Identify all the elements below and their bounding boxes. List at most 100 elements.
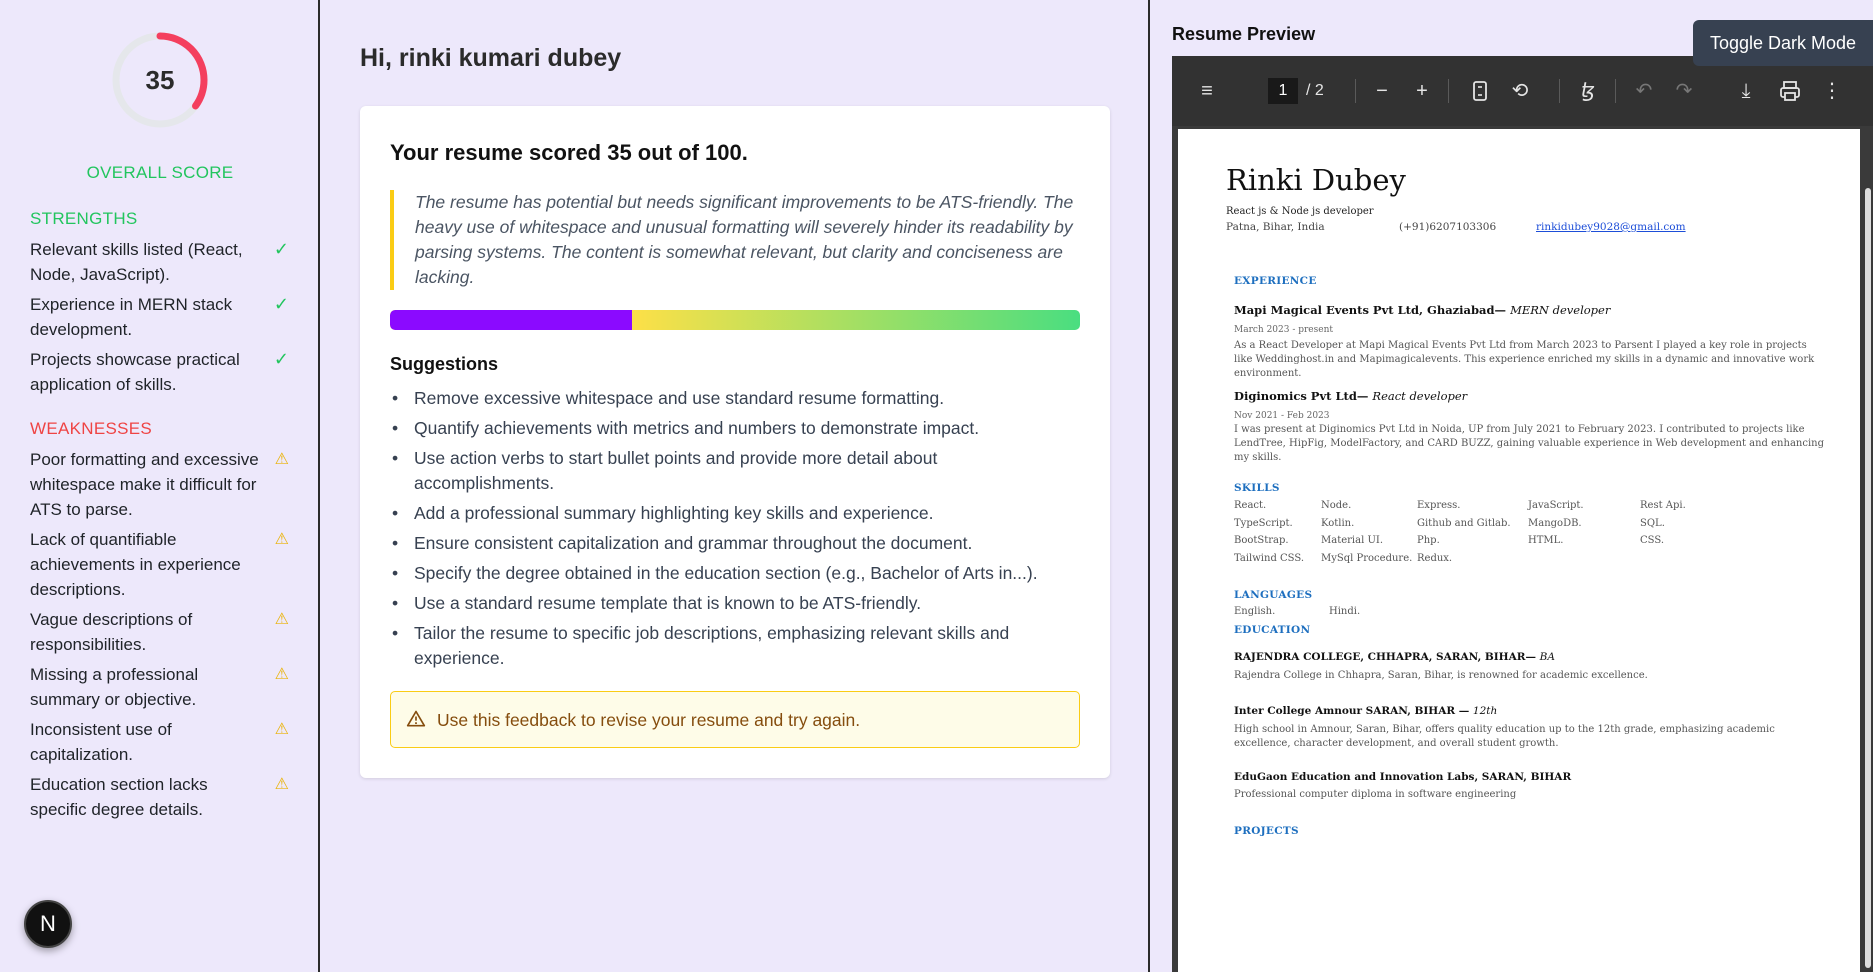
toolbar-divider <box>1448 79 1449 103</box>
resume-skill: MySql Procedure. <box>1321 553 1413 564</box>
suggestion-item: Use a standard resume template that is k… <box>390 591 1080 616</box>
resume-job-date: March 2023 - present <box>1234 325 1333 335</box>
weakness-item: Poor formatting and excessive whitespace… <box>30 447 295 522</box>
alert-triangle-icon <box>406 710 426 727</box>
resume-skill: JavaScript. <box>1528 500 1584 511</box>
resume-skill: BootStrap. <box>1234 535 1289 546</box>
resume-page: Rinki Dubey React js & Node js developer… <box>1178 129 1860 972</box>
suggestion-item: Add a professional summary highlighting … <box>390 501 1080 526</box>
resume-skill: SQL. <box>1640 518 1665 529</box>
more-options-icon[interactable]: ⋮ <box>1822 78 1842 104</box>
strength-text: Projects showcase practical application … <box>30 350 240 394</box>
resume-location: Patna, Bihar, India <box>1226 221 1325 233</box>
strength-item: Relevant skills listed (React, Node, Jav… <box>30 237 295 287</box>
resume-skill: Rest Api. <box>1640 500 1686 511</box>
weakness-item: Vague descriptions of responsibilities. … <box>30 607 295 657</box>
weakness-text: Lack of quantifiable achievements in exp… <box>30 530 241 599</box>
annotate-icon[interactable]: ꜩ <box>1576 78 1600 104</box>
strength-text: Experience in MERN stack development. <box>30 295 233 339</box>
strength-item: Projects showcase practical application … <box>30 347 295 397</box>
resume-skill: TypeScript. <box>1234 518 1293 529</box>
resume-job-date: Nov 2021 - Feb 2023 <box>1234 411 1330 421</box>
resume-skills-heading: SKILLS <box>1234 482 1280 494</box>
check-icon: ✓ <box>273 349 289 369</box>
score-progress-fill <box>390 310 632 330</box>
page-number-input[interactable]: 1 <box>1268 78 1298 104</box>
warning-icon: ⚠ <box>274 531 289 548</box>
strength-text: Relevant skills listed (React, Node, Jav… <box>30 240 243 284</box>
pdf-scrollbar[interactable] <box>1863 126 1873 972</box>
rotate-icon[interactable]: ⟲ <box>1508 78 1532 104</box>
resume-skill: CSS. <box>1640 535 1664 546</box>
resume-skill: Github and Gitlab. <box>1417 518 1511 529</box>
fit-page-icon[interactable] <box>1470 78 1490 104</box>
resume-edu-description: Professional computer diploma in softwar… <box>1234 789 1517 800</box>
resume-skill: MangoDB. <box>1528 518 1582 529</box>
strength-item: Experience in MERN stack development. ✓ <box>30 292 295 342</box>
resume-job-company: Diginomics Pvt Ltd— <box>1234 389 1369 403</box>
redo-icon[interactable]: ↷ <box>1672 78 1696 104</box>
weakness-text: Vague descriptions of responsibilities. <box>30 610 193 654</box>
summary-quote: The resume has potential but needs signi… <box>390 190 1080 290</box>
menu-icon[interactable]: ≡ <box>1194 78 1220 104</box>
resume-edu-title: Inter College Amnour SARAN, BIHAR — 12th <box>1234 705 1497 717</box>
toggle-dark-mode-button[interactable]: Toggle Dark Mode <box>1693 20 1873 66</box>
download-icon[interactable]: ⤓ <box>1734 78 1758 104</box>
score-ring: 35 <box>110 30 210 130</box>
resume-language: English. <box>1234 606 1276 617</box>
resume-edu-title: RAJENDRA COLLEGE, CHHAPRA, SARAN, BIHAR—… <box>1234 651 1555 663</box>
resume-job-company: Mapi Magical Events Pvt Ltd, Ghaziabad— <box>1234 303 1507 317</box>
warning-icon: ⚠ <box>274 666 289 683</box>
zoom-in-icon[interactable]: + <box>1410 78 1434 104</box>
resume-edu-description: High school in Amnour, Saran, Bihar, off… <box>1234 724 1775 749</box>
warning-icon: ⚠ <box>274 721 289 738</box>
resume-email-link[interactable]: rinkidubey9028@gmail.com <box>1536 221 1686 233</box>
alert-text: Use this feedback to revise your resume … <box>437 710 861 730</box>
page-total: / 2 <box>1306 82 1324 99</box>
resume-edu-school: Inter College Amnour SARAN, BIHAR — <box>1234 705 1470 717</box>
weakness-item: Lack of quantifiable achievements in exp… <box>30 527 295 602</box>
nextjs-dev-button[interactable]: N <box>24 900 72 948</box>
pdf-scrollbar-thumb[interactable] <box>1865 188 1871 968</box>
resume-name: Rinki Dubey <box>1226 163 1406 197</box>
resume-edu-degree: 12th <box>1472 705 1498 717</box>
resume-edu-school: RAJENDRA COLLEGE, CHHAPRA, SARAN, BIHAR— <box>1234 651 1536 663</box>
check-icon: ✓ <box>273 294 289 314</box>
toolbar-divider <box>1559 79 1560 103</box>
warning-icon: ⚠ <box>274 776 289 793</box>
warning-icon: ⚠ <box>274 611 289 628</box>
pdf-toolbar: ≡ 1 / 2 − + ⟲ ꜩ ↶ ↷ ⤓ ⋮ <box>1172 56 1873 126</box>
resume-skill: Material UI. <box>1321 535 1384 546</box>
pdf-viewer: ≡ 1 / 2 − + ⟲ ꜩ ↶ ↷ ⤓ ⋮ Rinki Dubey Reac… <box>1172 56 1873 972</box>
weakness-item: Inconsistent use of capitalization. ⚠ <box>30 717 295 767</box>
resume-job-title: Diginomics Pvt Ltd— React developer <box>1234 389 1467 403</box>
resume-education-heading: EDUCATION <box>1234 624 1311 636</box>
resume-job-role: MERN developer <box>1510 303 1611 317</box>
weakness-text: Poor formatting and excessive whitespace… <box>30 450 259 519</box>
weakness-text: Inconsistent use of capitalization. <box>30 720 172 764</box>
overall-score-label: OVERALL SCORE <box>86 163 234 182</box>
resume-skill: Redux. <box>1417 553 1453 564</box>
zoom-out-icon[interactable]: − <box>1370 78 1394 104</box>
resume-job-title: Mapi Magical Events Pvt Ltd, Ghaziabad— … <box>1234 303 1610 317</box>
toolbar-divider <box>1355 79 1356 103</box>
resume-language: Hindi. <box>1329 606 1361 617</box>
weakness-item: Missing a professional summary or object… <box>30 662 295 712</box>
resume-skill: Tailwind CSS. <box>1234 553 1305 564</box>
suggestion-item: Specify the degree obtained in the educa… <box>390 561 1080 586</box>
undo-icon[interactable]: ↶ <box>1632 78 1656 104</box>
suggestion-item: Use action verbs to start bullet points … <box>390 446 1080 496</box>
check-icon: ✓ <box>273 239 289 259</box>
weakness-text: Education section lacks specific degree … <box>30 775 208 819</box>
weakness-item: Education section lacks specific degree … <box>30 772 295 822</box>
resume-skill: Node. <box>1321 500 1352 511</box>
greeting: Hi, rinki kumari dubey <box>360 44 622 72</box>
resume-skill: Php. <box>1417 535 1440 546</box>
suggestions-heading: Suggestions <box>390 354 499 374</box>
resume-experience-heading: EXPERIENCE <box>1234 275 1317 287</box>
resume-job-description: As a React Developer at Mapi Magical Eve… <box>1234 340 1815 379</box>
resume-projects-heading: PROJECTS <box>1234 825 1299 837</box>
resume-edu-title: EduGaon Education and Innovation Labs, S… <box>1234 771 1572 783</box>
print-icon[interactable] <box>1778 78 1802 104</box>
resume-skill: Express. <box>1417 500 1461 511</box>
